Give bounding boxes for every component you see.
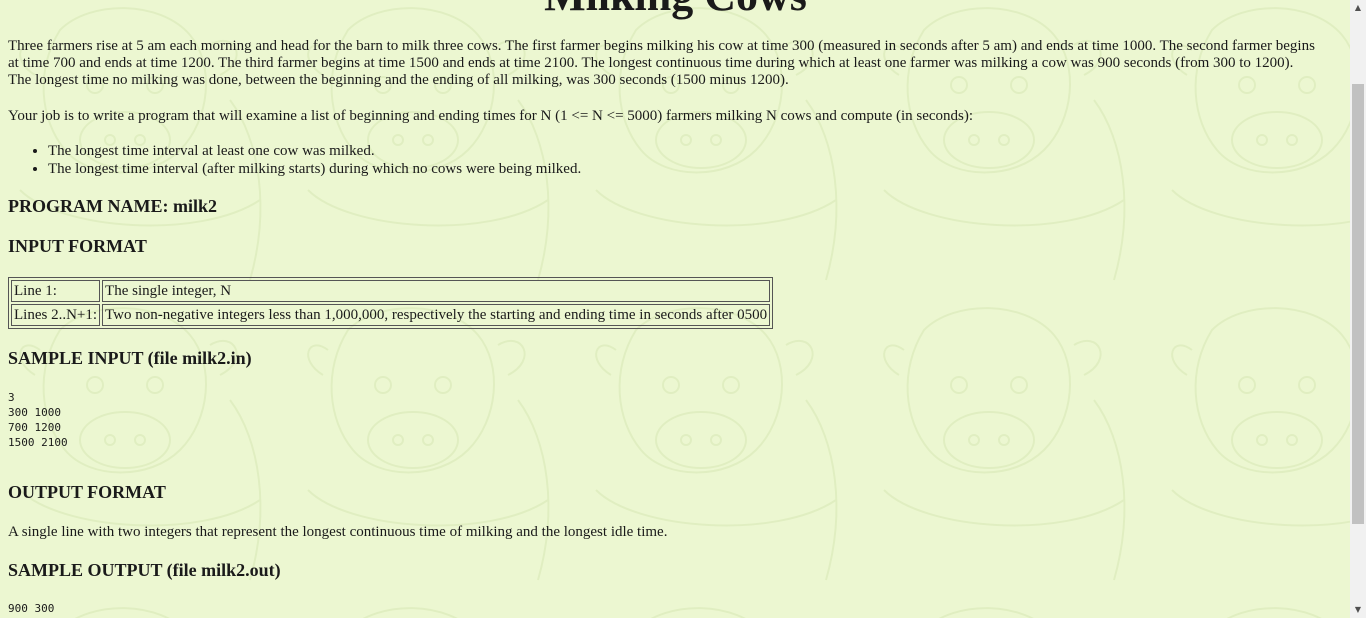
table-cell-line: Lines 2..N+1: — [11, 304, 101, 326]
scroll-up-arrow-icon[interactable]: ▲ — [1350, 0, 1366, 16]
scroll-down-arrow-icon[interactable]: ▼ — [1350, 602, 1366, 618]
sample-output-block: 900 300 — [8, 602, 55, 615]
intro-paragraph: Three farmers rise at 5 am each morning … — [8, 38, 1315, 88]
vertical-scrollbar[interactable]: ▲ ▼ — [1350, 0, 1366, 618]
output-format-heading: OUTPUT FORMAT — [8, 482, 166, 502]
table-cell-desc: The single integer, N — [102, 280, 771, 302]
list-item: The longest time interval at least one c… — [48, 142, 581, 160]
sample-input-heading: SAMPLE INPUT (file milk2.in) — [8, 348, 252, 368]
table-row: Line 1: The single integer, N — [11, 280, 771, 302]
output-format-paragraph: A single line with two integers that rep… — [8, 524, 668, 540]
input-format-heading: INPUT FORMAT — [8, 236, 147, 256]
sample-output-heading: SAMPLE OUTPUT (file milk2.out) — [8, 560, 281, 580]
scrollbar-thumb[interactable] — [1352, 84, 1364, 524]
list-item: The longest time interval (after milking… — [48, 160, 581, 178]
task-paragraph: Your job is to write a program that will… — [8, 108, 974, 124]
input-format-table: Line 1: The single integer, N Lines 2..N… — [8, 277, 774, 329]
table-row: Lines 2..N+1: Two non-negative integers … — [11, 304, 771, 326]
table-cell-line: Line 1: — [11, 280, 101, 302]
requirements-list: The longest time interval at least one c… — [8, 142, 581, 178]
problem-page: Milking Cows Three farmers rise at 5 am … — [8, 0, 1343, 618]
table-cell-desc: Two non-negative integers less than 1,00… — [102, 304, 771, 326]
sample-input-block: 3 300 1000 700 1200 1500 2100 — [8, 391, 68, 449]
program-name-heading: PROGRAM NAME: milk2 — [8, 196, 217, 216]
page-title: Milking Cows — [8, 0, 1343, 18]
